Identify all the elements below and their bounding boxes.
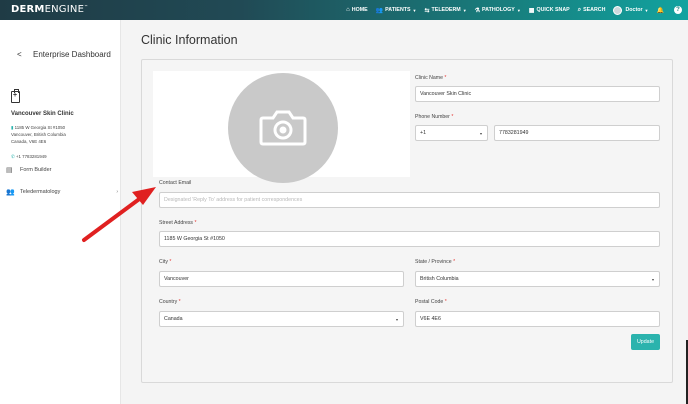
- annotation-arrow: [82, 187, 156, 242]
